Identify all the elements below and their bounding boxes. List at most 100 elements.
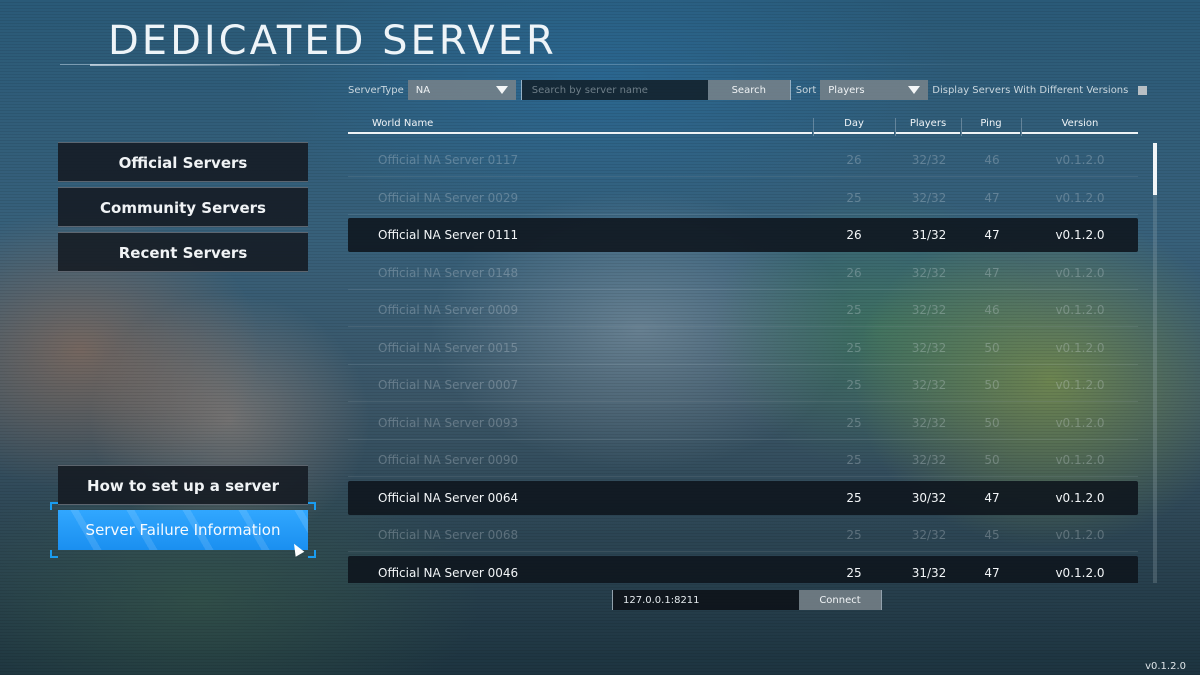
server-row[interactable]: Official NA Server 0093 25 32/32 50 v0.1.2.0 <box>348 406 1138 440</box>
server-players: 32/32 <box>911 153 947 167</box>
column-separator <box>895 118 896 136</box>
column-header-world-name[interactable]: World Name <box>348 114 812 134</box>
server-version: v0.1.2.0 <box>1055 265 1105 280</box>
server-version: v0.1.2.0 <box>1055 303 1105 317</box>
server-row[interactable]: Official NA Server 0117 26 32/32 46 v0.1.2.0 <box>348 143 1138 177</box>
server-players: 32/32 <box>911 303 947 317</box>
server-ping: 46 <box>984 153 1000 167</box>
server-players: 32/32 <box>911 190 947 205</box>
sort-label: Sort <box>795 84 817 96</box>
server-players: 30/32 <box>911 490 947 505</box>
page-title: DEDICATED SERVER <box>108 18 557 64</box>
server-players: 31/32 <box>911 228 947 242</box>
search-group: Search <box>520 80 791 100</box>
server-name: Official NA Server 0046 <box>378 565 519 580</box>
column-separator <box>813 118 814 136</box>
server-row[interactable]: Official NA Server 0009 25 32/32 46 v0.1.2.0 <box>348 293 1138 327</box>
server-version: v0.1.2.0 <box>1055 490 1105 505</box>
server-version: v0.1.2.0 <box>1055 153 1105 167</box>
server-ping: 50 <box>984 340 1000 355</box>
server-day: 26 <box>846 265 862 280</box>
server-ping: 46 <box>984 303 1000 317</box>
game-version: v0.1.2.0 <box>1145 661 1186 672</box>
sort-dropdown[interactable]: Players <box>820 80 929 100</box>
server-name: Official NA Server 0111 <box>378 228 519 242</box>
server-version: v0.1.2.0 <box>1055 190 1105 205</box>
column-header-version[interactable]: Version <box>1022 114 1138 134</box>
server-players: 32/32 <box>911 453 947 467</box>
title-accent-line <box>90 64 280 66</box>
scrollbar-thumb[interactable] <box>1153 143 1157 195</box>
server-list-scrollbar[interactable] <box>1153 143 1157 583</box>
different-versions-checkbox[interactable] <box>1138 85 1148 95</box>
server-day: 25 <box>846 528 862 542</box>
server-type-dropdown[interactable]: NA <box>407 80 516 100</box>
search-input[interactable] <box>521 80 708 100</box>
server-ping: 47 <box>984 565 1000 580</box>
server-name: Official NA Server 0007 <box>378 378 519 392</box>
frame-corner <box>308 550 316 558</box>
server-row[interactable]: Official NA Server 0046 25 31/32 47 v0.1.2.0 <box>348 555 1138 583</box>
server-players: 32/32 <box>911 340 947 355</box>
column-separator <box>961 118 962 136</box>
server-players: 32/32 <box>911 415 947 430</box>
server-day: 26 <box>846 228 862 242</box>
server-type-value: NA <box>415 84 431 96</box>
server-name: Official NA Server 0009 <box>378 303 519 317</box>
server-row[interactable]: Official NA Server 0015 25 32/32 50 v0.1.2.0 <box>348 331 1138 365</box>
server-name: Official NA Server 0093 <box>378 415 519 430</box>
server-day: 25 <box>846 303 862 317</box>
server-ping: 47 <box>984 490 1000 505</box>
server-day: 26 <box>846 153 862 167</box>
dropdown-arrow-icon <box>908 86 921 94</box>
how-to-setup-server-button[interactable]: How to set up a server <box>58 465 308 505</box>
server-name: Official NA Server 0090 <box>378 453 519 467</box>
column-header-ping[interactable]: Ping <box>962 114 1020 134</box>
server-version: v0.1.2.0 <box>1055 415 1105 430</box>
dropdown-arrow-icon <box>495 86 508 94</box>
server-row[interactable]: Official NA Server 0090 25 32/32 50 v0.1.2.0 <box>348 443 1138 477</box>
sidebar-item-community-servers[interactable]: Community Servers <box>58 187 308 227</box>
server-players: 32/32 <box>911 528 947 542</box>
server-address-input[interactable] <box>613 590 799 610</box>
server-row[interactable]: Official NA Server 0111 26 31/32 47 v0.1.2.0 <box>348 218 1138 252</box>
server-players: 32/32 <box>911 265 947 280</box>
search-button[interactable]: Search <box>707 80 790 100</box>
server-version: v0.1.2.0 <box>1055 565 1105 580</box>
different-versions-label: Display Servers With Different Versions <box>932 84 1129 96</box>
server-version: v0.1.2.0 <box>1055 528 1105 542</box>
column-header-day[interactable]: Day <box>814 114 894 134</box>
connect-button[interactable]: Connect <box>799 590 881 610</box>
server-name: Official NA Server 0029 <box>378 190 519 205</box>
server-type-label: ServerType <box>348 84 404 96</box>
server-players: 32/32 <box>911 378 947 392</box>
server-ping: 50 <box>984 378 1000 392</box>
server-version: v0.1.2.0 <box>1055 340 1105 355</box>
sidebar-item-official-servers[interactable]: Official Servers <box>58 142 308 182</box>
server-row[interactable]: Official NA Server 0029 25 32/32 47 v0.1.2.0 <box>348 181 1138 215</box>
server-name: Official NA Server 0117 <box>378 153 519 167</box>
server-ping: 50 <box>984 415 1000 430</box>
server-name: Official NA Server 0148 <box>378 265 519 280</box>
column-separator <box>1021 118 1022 136</box>
server-row[interactable]: Official NA Server 0007 25 32/32 50 v0.1.2.0 <box>348 368 1138 402</box>
column-header-players[interactable]: Players <box>896 114 960 134</box>
frame-corner <box>50 550 58 558</box>
server-day: 25 <box>846 565 862 580</box>
table-header: World Name Day Players Ping Version <box>348 114 1138 136</box>
server-ping: 47 <box>984 265 1000 280</box>
server-row[interactable]: Official NA Server 0064 25 30/32 47 v0.1.2.0 <box>348 480 1138 515</box>
server-ping: 47 <box>984 190 1000 205</box>
server-day: 25 <box>846 190 862 205</box>
sidebar-item-recent-servers[interactable]: Recent Servers <box>58 232 308 272</box>
server-row[interactable]: Official NA Server 0068 25 32/32 45 v0.1.2.0 <box>348 518 1138 552</box>
server-version: v0.1.2.0 <box>1055 453 1105 467</box>
server-day: 25 <box>846 415 862 430</box>
frame-corner <box>308 502 316 510</box>
server-day: 25 <box>846 340 862 355</box>
server-failure-info-button[interactable]: Server Failure Information <box>58 510 308 550</box>
sort-value: Players <box>828 84 865 96</box>
server-failure-info-label: Server Failure Information <box>85 521 281 539</box>
server-ping: 47 <box>984 228 1000 242</box>
server-row[interactable]: Official NA Server 0148 26 32/32 47 v0.1.2.0 <box>348 256 1138 290</box>
